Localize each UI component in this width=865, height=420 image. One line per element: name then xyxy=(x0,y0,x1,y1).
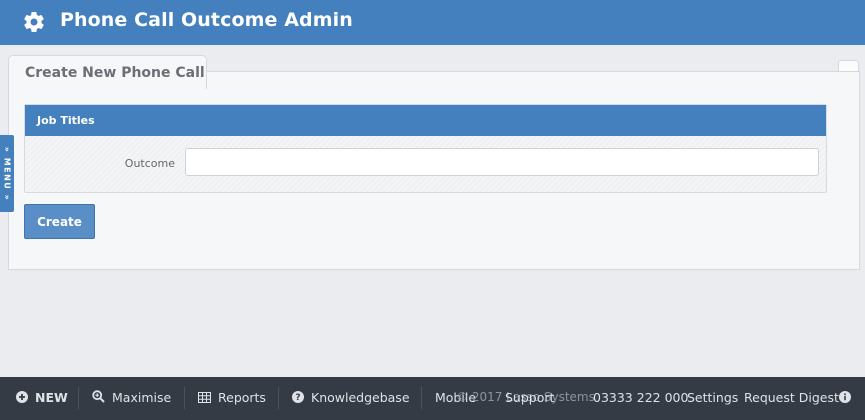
fieldset-title: Job Titles xyxy=(25,105,826,136)
reports-button[interactable]: Reports xyxy=(198,390,266,405)
info-icon xyxy=(839,391,851,403)
question-circle-icon: ? xyxy=(292,391,304,403)
maximise-button[interactable]: Maximise xyxy=(92,390,171,405)
footer-divider xyxy=(278,387,279,409)
footer-divider xyxy=(421,387,422,409)
new-button[interactable]: NEW xyxy=(16,390,68,405)
footer-divider xyxy=(78,387,79,409)
job-titles-fieldset: Job Titles Outcome xyxy=(24,104,827,193)
create-button[interactable]: Create xyxy=(24,204,95,239)
zoom-icon xyxy=(92,390,105,403)
svg-text:?: ? xyxy=(295,393,300,403)
app-header: Phone Call Outcome Admin xyxy=(0,0,865,45)
info-button[interactable] xyxy=(839,390,858,405)
knowledgebase-button[interactable]: ? Knowledgebase xyxy=(292,390,410,405)
support-label: Support xyxy=(505,390,555,405)
gear-icon xyxy=(24,12,44,33)
outcome-input[interactable] xyxy=(185,148,819,176)
footer-divider xyxy=(184,387,185,409)
new-label: NEW xyxy=(35,390,68,405)
maximise-label: Maximise xyxy=(112,390,172,405)
tab-create-new-phone-call[interactable]: Create New Phone Call xyxy=(8,55,207,89)
menu-tab-label: » MENU » xyxy=(2,146,12,201)
knowledgebase-label: Knowledgebase xyxy=(311,390,410,405)
table-icon xyxy=(198,392,211,403)
plus-circle-icon xyxy=(16,391,28,403)
side-menu-toggle[interactable]: » MENU » xyxy=(0,135,14,212)
support-link[interactable]: Support xyxy=(505,390,554,405)
page-title: Phone Call Outcome Admin xyxy=(60,9,353,31)
support-phone: 03333 222 000 xyxy=(593,390,689,405)
request-digest-link[interactable]: Request Digest xyxy=(744,390,839,405)
footer-bar: NEW Maximise Reports ? Knowledgebase Mobi… xyxy=(0,377,865,420)
reports-label: Reports xyxy=(218,390,266,405)
outcome-label: Outcome xyxy=(124,157,175,170)
settings-link[interactable]: Settings xyxy=(687,390,738,405)
